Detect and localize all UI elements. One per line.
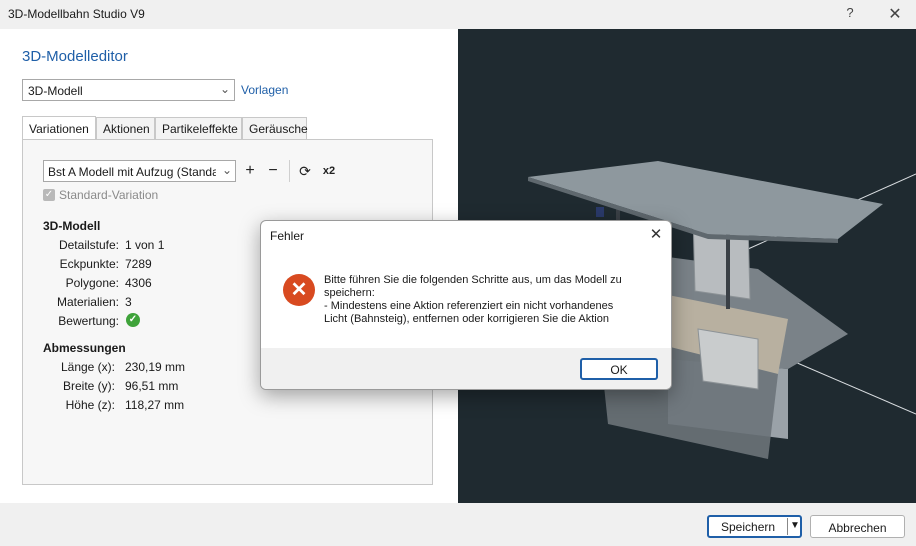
width-label: Breite (y):	[62, 379, 115, 393]
detail-level-value: 1 von 1	[125, 238, 165, 252]
detail-level-label: Detailstufe:	[58, 238, 119, 252]
bottom-bar: Speichern ▼ Abbrechen	[0, 503, 916, 546]
dialog-close-button[interactable]: ✕	[645, 225, 667, 245]
error-icon: ✕	[283, 274, 315, 306]
vertices-value: 7289	[125, 257, 152, 271]
width-value: 96,51 mm	[125, 379, 179, 393]
dropdown-arrow-icon[interactable]: ▼	[790, 520, 800, 531]
axis-line	[787, 358, 916, 415]
length-value: 230,19 mm	[125, 360, 186, 374]
tab-aktionen[interactable]: Aktionen	[96, 117, 155, 139]
polygons-label: Polygone:	[65, 276, 119, 290]
tab-partikeleffekte[interactable]: Partikeleffekte	[155, 117, 242, 139]
polygons-value: 4306	[125, 276, 152, 290]
check-circle-icon: ✓	[126, 313, 140, 327]
materials-value: 3	[125, 295, 132, 309]
templates-link[interactable]: Vorlagen	[241, 83, 288, 97]
remove-variation-button[interactable]: −	[263, 161, 283, 181]
dialog-body: ✕ Bitte führen Sie die folgenden Schritt…	[261, 250, 671, 348]
error-dialog: Fehler ✕ ✕ Bitte führen Sie die folgende…	[260, 220, 672, 390]
refresh-icon[interactable]: ⟳	[295, 161, 315, 181]
model-section-title: 3D-Modell	[43, 219, 101, 233]
message-line: Bitte führen Sie die folgenden Schritte …	[324, 274, 622, 286]
add-variation-button[interactable]: +	[240, 161, 260, 181]
elevator-lower	[697, 328, 759, 390]
chevron-down-icon: ⌄	[221, 163, 232, 177]
chevron-down-icon: ⌄	[219, 82, 230, 96]
message-line: - Mindestens eine Aktion referenziert ei…	[324, 300, 614, 312]
height-label: Höhe (z):	[65, 398, 115, 412]
editor-heading: 3D-Modelleditor	[22, 48, 128, 65]
split-divider	[787, 518, 788, 535]
message-line: Licht (Bahnsteig), entfernen oder korrig…	[324, 313, 609, 325]
standard-variation-label: Standard-Variation	[59, 188, 159, 202]
variation-select[interactable]: Bst A Modell mit Aufzug (Standard) ⌄	[43, 160, 236, 182]
model-type-select[interactable]: 3D-Modell ⌄	[22, 79, 235, 101]
cancel-button[interactable]: Abbrechen	[810, 515, 905, 538]
rating-label: Bewertung:	[58, 314, 119, 328]
dialog-title: Fehler	[270, 229, 305, 243]
message-line: speichern:	[324, 287, 375, 299]
variation-value: Bst A Modell mit Aufzug (Standard)	[48, 165, 216, 179]
save-button-label: Speichern	[721, 520, 776, 534]
standard-variation-checkbox[interactable]: ✓	[43, 189, 55, 201]
dialog-footer: OK	[261, 348, 671, 389]
window-title: 3D-Modellbahn Studio V9	[8, 7, 145, 21]
model-type-value: 3D-Modell	[28, 84, 83, 98]
tab-variationen[interactable]: Variationen	[22, 116, 96, 139]
dialog-message: Bitte führen Sie die folgenden Schritte …	[324, 274, 664, 326]
help-button[interactable]: ?	[840, 5, 860, 23]
title-bar: 3D-Modellbahn Studio V9 ? ✕	[0, 0, 916, 29]
duplicate-x2-button[interactable]: x2	[319, 161, 339, 181]
materials-label: Materialien:	[56, 295, 119, 309]
toolbar-divider	[289, 160, 290, 182]
window-close-button[interactable]: ✕	[884, 4, 906, 24]
sign	[596, 207, 604, 217]
save-button[interactable]: Speichern ▼	[707, 515, 802, 538]
tab-geraeusche[interactable]: Geräusche	[242, 117, 308, 139]
length-label: Länge (x):	[60, 360, 115, 374]
dimensions-section-title: Abmessungen	[43, 341, 126, 355]
vertices-label: Eckpunkte:	[59, 257, 119, 271]
height-value: 118,27 mm	[125, 398, 185, 412]
ok-button[interactable]: OK	[580, 358, 658, 380]
